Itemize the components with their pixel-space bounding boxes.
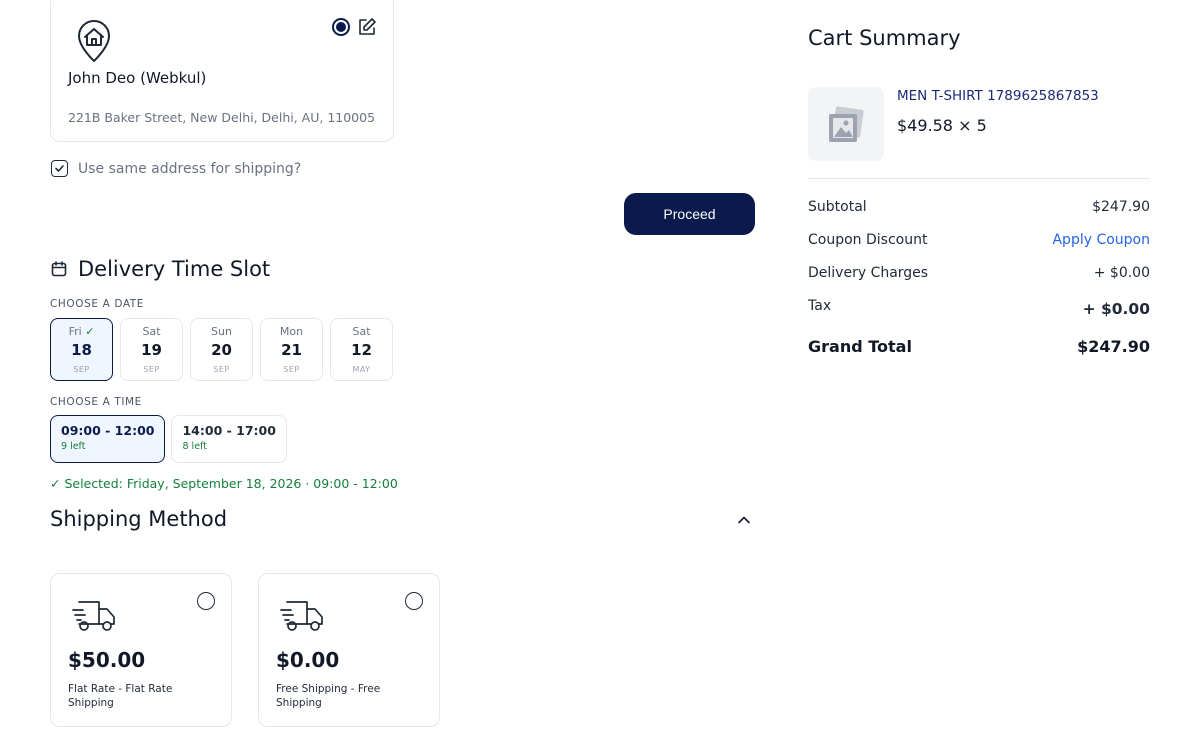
- address-radio-selected[interactable]: [332, 18, 350, 36]
- shipping-radio[interactable]: [405, 592, 423, 610]
- date-day: Fri: [68, 325, 82, 338]
- tax-value: + $0.00: [1082, 300, 1150, 318]
- calendar-icon: [51, 261, 67, 277]
- same-address-option[interactable]: Use same address for shipping?: [51, 160, 301, 177]
- subtotal-value: $247.90: [1092, 199, 1150, 215]
- date-option[interactable]: Mon 21 SEP: [260, 318, 323, 381]
- shipping-description: Free Shipping - Free Shipping: [276, 683, 381, 709]
- grand-total-row: Grand Total $247.90: [808, 337, 1150, 356]
- apply-coupon-link[interactable]: Apply Coupon: [1052, 232, 1150, 248]
- choose-date-label: CHOOSE A DATE: [50, 298, 145, 310]
- date-options: Fri ✓ 18 SEP Sat 19 SEP Sun 20 SEP Mon 2…: [50, 318, 393, 381]
- date-number: 19: [141, 341, 162, 359]
- truck-icon: [280, 601, 323, 631]
- shipping-description: Flat Rate - Flat Rate Shipping: [68, 683, 173, 709]
- date-number: 18: [71, 341, 92, 359]
- shipping-method-title: Shipping Method: [50, 507, 228, 531]
- image-placeholder-icon: [829, 106, 864, 142]
- date-option[interactable]: Fri ✓ 18 SEP: [50, 318, 113, 381]
- date-day: Sun: [211, 325, 232, 338]
- date-number: 12: [351, 341, 372, 359]
- selected-slot-note: ✓ Selected: Friday, September 18, 2026 ·…: [50, 476, 398, 491]
- time-range: 14:00 - 17:00: [182, 423, 276, 438]
- shipping-option-flat-rate[interactable]: $50.00 Flat Rate - Flat Rate Shipping: [50, 573, 232, 727]
- divider: [808, 178, 1150, 179]
- address-card[interactable]: John Deo (Webkul) 221B Baker Street, New…: [50, 0, 394, 142]
- date-option[interactable]: Sat 19 SEP: [120, 318, 183, 381]
- date-month: MAY: [352, 365, 371, 374]
- product-image-placeholder: [808, 87, 884, 161]
- shipping-price: $0.00: [276, 648, 340, 672]
- chevron-up-icon[interactable]: [736, 512, 752, 528]
- address-name: John Deo (Webkul): [68, 69, 207, 87]
- date-month: SEP: [283, 365, 300, 374]
- subtotal-row: Subtotal $247.90: [808, 199, 1150, 215]
- product-price-qty: $49.58 × 5: [897, 116, 987, 135]
- delivery-time-slot-title: Delivery Time Slot: [78, 257, 271, 281]
- date-option[interactable]: Sat 12 MAY: [330, 318, 393, 381]
- time-slot-option[interactable]: 09:00 - 12:00 9 left: [50, 415, 166, 463]
- product-name[interactable]: MEN T-SHIRT 1789625867853: [897, 88, 1099, 104]
- address-line: 221B Baker Street, New Delhi, Delhi, AU,…: [68, 110, 376, 125]
- truck-icon: [72, 601, 115, 631]
- date-month: SEP: [213, 365, 230, 374]
- choose-time-label: CHOOSE A TIME: [50, 396, 142, 408]
- delivery-charges-value: + $0.00: [1093, 265, 1150, 281]
- delivery-charges-row: Delivery Charges + $0.00: [808, 265, 1150, 281]
- date-month: SEP: [143, 365, 160, 374]
- grand-total-value: $247.90: [1077, 337, 1150, 356]
- check-icon: [55, 165, 64, 172]
- grand-total-label: Grand Total: [808, 337, 912, 356]
- slots-left: 8 left: [182, 441, 207, 452]
- coupon-row: Coupon Discount Apply Coupon: [808, 232, 1150, 248]
- shipping-option-free[interactable]: $0.00 Free Shipping - Free Shipping: [258, 573, 440, 727]
- time-options: 09:00 - 12:00 9 left 14:00 - 17:00 8 lef…: [50, 415, 287, 463]
- delivery-time-slot-header: Delivery Time Slot: [50, 257, 270, 281]
- coupon-label: Coupon Discount: [808, 232, 928, 248]
- slots-left: 9 left: [61, 441, 86, 452]
- proceed-button[interactable]: Proceed: [624, 193, 755, 235]
- date-option[interactable]: Sun 20 SEP: [190, 318, 253, 381]
- date-day: Mon: [279, 325, 304, 338]
- edit-icon[interactable]: [357, 17, 377, 37]
- cart-summary-title: Cart Summary: [808, 26, 961, 50]
- date-month: SEP: [73, 365, 90, 374]
- date-number: 21: [281, 341, 302, 359]
- date-day: Sat: [142, 325, 161, 338]
- tax-label: Tax: [808, 298, 832, 314]
- same-address-label: Use same address for shipping?: [78, 160, 302, 177]
- delivery-charges-label: Delivery Charges: [808, 265, 929, 281]
- date-day: Sat: [352, 325, 371, 338]
- subtotal-label: Subtotal: [808, 199, 867, 215]
- date-number: 20: [211, 341, 232, 359]
- shipping-price: $50.00: [68, 648, 146, 672]
- selected-check-icon: ✓: [85, 325, 95, 338]
- tax-row: Tax + $0.00: [808, 298, 1150, 318]
- same-address-checkbox[interactable]: [51, 160, 68, 177]
- shipping-radio[interactable]: [197, 592, 215, 610]
- time-range: 09:00 - 12:00: [61, 423, 155, 438]
- time-slot-option[interactable]: 14:00 - 17:00 8 left: [171, 415, 287, 463]
- location-home-icon: [78, 20, 110, 62]
